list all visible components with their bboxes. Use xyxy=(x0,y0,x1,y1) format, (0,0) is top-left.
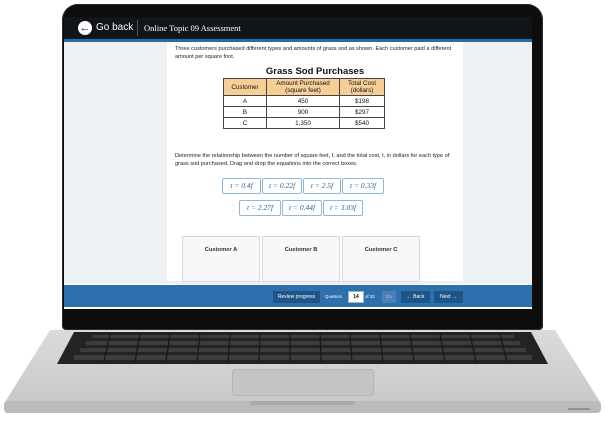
question-number-input[interactable]: 14 xyxy=(348,291,364,303)
question-total: of 33 xyxy=(365,294,375,299)
back-arrow-icon[interactable]: ← xyxy=(78,21,92,35)
cell-amount: 900 xyxy=(266,106,340,118)
cell-cost: $198 xyxy=(339,95,385,107)
equation-tile[interactable]: t = 3.03f xyxy=(323,200,363,216)
drop-box-customer-b[interactable]: Customer B xyxy=(262,236,340,282)
next-button[interactable]: Next → xyxy=(434,291,463,303)
column-header: Total Cost (dollars) xyxy=(339,78,385,96)
table-row: A 450 $198 xyxy=(223,95,385,107)
equation-tile[interactable]: t = 0.33f xyxy=(342,178,384,194)
footer-bar: Review progress Question 14 of 33 Go ← B… xyxy=(64,285,532,307)
content-area: Three customers purchased different type… xyxy=(64,42,532,284)
column-header: Customer xyxy=(223,78,267,96)
go-button[interactable]: Go xyxy=(382,291,396,303)
cell-customer: A xyxy=(223,95,267,107)
table-row: C 1,350 $540 xyxy=(223,117,385,129)
drop-box-customer-c[interactable]: Customer C xyxy=(342,236,420,282)
cell-amount: 1,350 xyxy=(266,117,340,129)
back-button[interactable]: ← Back xyxy=(401,291,430,303)
cell-customer: B xyxy=(223,106,267,118)
question-panel: Three customers purchased different type… xyxy=(167,42,463,282)
equation-tile[interactable]: t = 2.5f xyxy=(303,178,341,194)
equation-tile[interactable]: t = 2.27f xyxy=(239,200,281,216)
instructions: Determine the relationship between the n… xyxy=(175,153,450,167)
assessment-title: Online Topic 09 Assessment xyxy=(144,23,241,33)
purchases-table: Customer Amount Purchased (square feet) … xyxy=(223,78,385,129)
cell-customer: C xyxy=(223,117,267,129)
cell-amount: 450 xyxy=(266,95,340,107)
equation-tile[interactable]: t = 0.22f xyxy=(262,178,302,194)
equation-tile[interactable]: t = 0.4f xyxy=(222,178,261,194)
screen: ← Go back Online Topic 09 Assessment Thr… xyxy=(64,17,532,309)
drop-box-label: Customer C xyxy=(364,247,398,253)
review-progress-button[interactable]: Review progress xyxy=(273,291,320,303)
go-back-button[interactable]: Go back xyxy=(96,22,133,33)
drop-box-customer-a[interactable]: Customer A xyxy=(182,236,260,282)
drop-box-label: Customer A xyxy=(204,247,238,253)
trackpad xyxy=(232,369,374,396)
column-header: Amount Purchased (square feet) xyxy=(266,78,340,96)
top-bar: ← Go back Online Topic 09 Assessment xyxy=(64,17,532,42)
divider xyxy=(137,20,138,36)
table-title: Grass Sod Purchases xyxy=(265,66,365,77)
question-prompt: Three customers purchased different type… xyxy=(175,46,452,60)
equation-tile[interactable]: t = 0.44f xyxy=(282,200,322,216)
table-row: B 900 $297 xyxy=(223,106,385,118)
drop-box-label: Customer B xyxy=(284,247,318,253)
cell-cost: $540 xyxy=(339,117,385,129)
question-label: Question xyxy=(325,294,343,299)
cell-cost: $297 xyxy=(339,106,385,118)
